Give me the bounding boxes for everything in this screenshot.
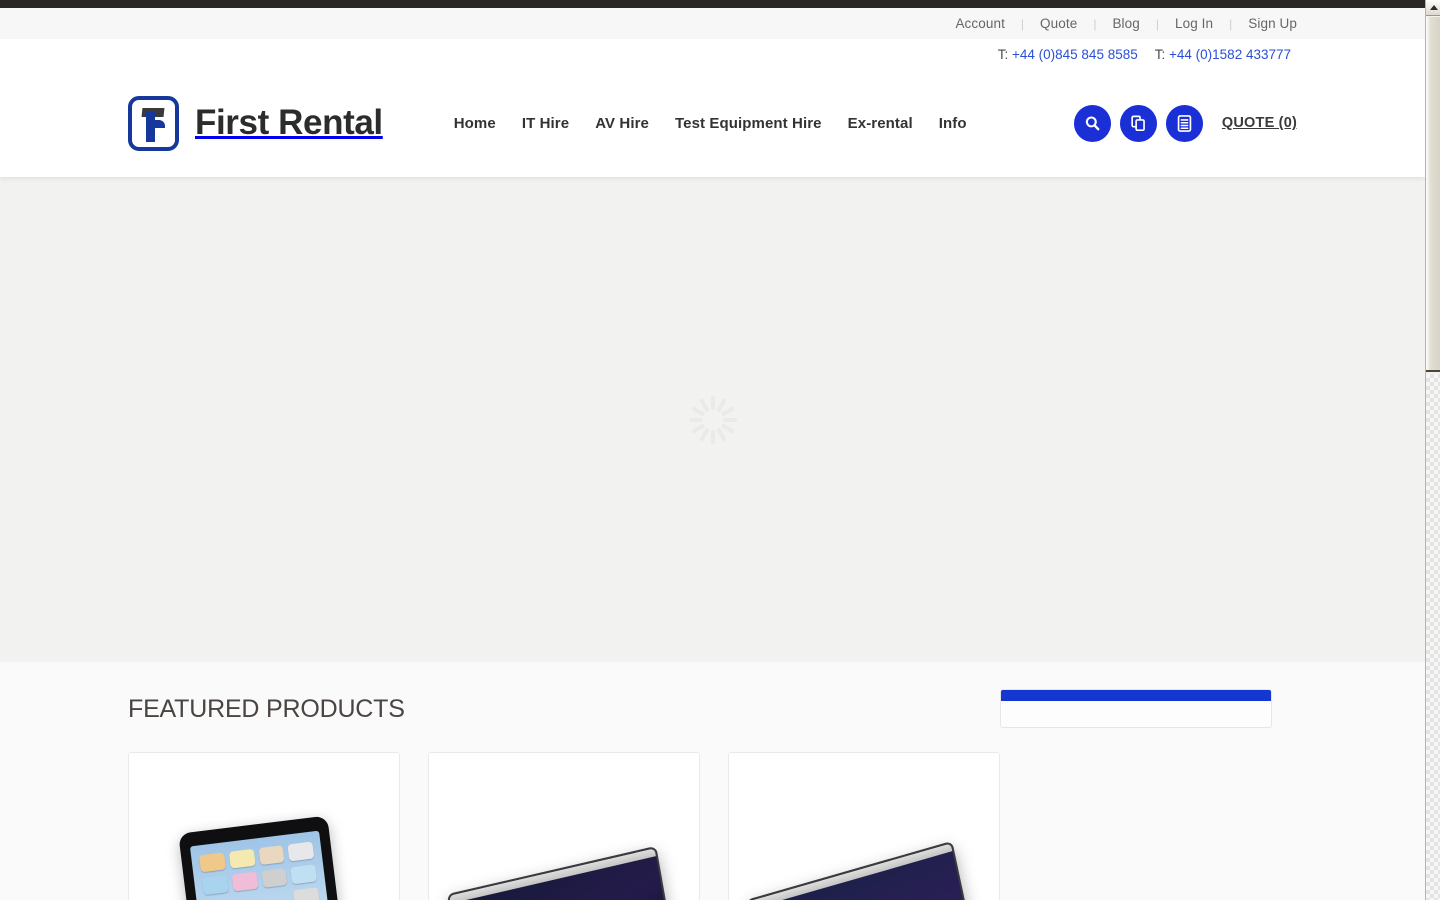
phone-item-primary: T: +44 (0)845 845 8585 [998,47,1138,62]
nav-item-home[interactable]: Home [441,115,509,132]
brand-name: First Rental [195,103,383,142]
browser-viewport: Account | Quote | Blog | Log In | Sign U… [0,0,1425,900]
nav-item-test-equipment-hire[interactable]: Test Equipment Hire [662,115,835,132]
sidebar-column [1000,662,1272,900]
featured-products-section: FEATURED PRODUCTS [0,662,1425,900]
utility-link-log-in[interactable]: Log In [1175,16,1213,31]
utility-separator: | [1155,16,1159,31]
nav-item-ex-rental[interactable]: Ex-rental [835,115,926,132]
header-actions: QUOTE (0) [1073,104,1297,142]
scrollbar-track[interactable] [1426,374,1440,900]
featured-products-column: FEATURED PRODUCTS [128,662,1000,900]
product-grid [128,752,1000,900]
chevron-up-icon [1429,5,1438,10]
nav-item-av-hire[interactable]: AV Hire [582,115,662,132]
phone-link-secondary[interactable]: +44 (0)1582 433777 [1169,47,1291,62]
laptop-macbook-image [429,801,699,900]
nav-item-it-hire[interactable]: IT Hire [509,115,582,132]
utility-link-account[interactable]: Account [955,16,1004,31]
browser-top-strip [0,0,1425,8]
loading-spinner-icon [688,395,737,444]
utility-separator: | [1229,16,1233,31]
sidebar-widget-body [1001,701,1271,727]
utility-separator: | [1020,16,1025,31]
utility-link-blog[interactable]: Blog [1112,16,1139,31]
hero-banner [0,177,1425,662]
brand-mark-icon [128,95,179,151]
laptop-macbook-image [729,801,999,900]
search-icon [1085,115,1100,130]
utility-link-quote[interactable]: Quote [1040,16,1077,31]
featured-products-title: FEATURED PRODUCTS [128,695,405,723]
phone-prefix: T: [1154,46,1166,62]
nav-item-info[interactable]: Info [926,115,980,132]
quote-list-button[interactable] [1165,104,1203,142]
sidebar-widget-header [1001,690,1271,701]
list-document-icon [1177,114,1192,132]
utility-link-sign-up[interactable]: Sign Up [1248,16,1297,31]
phone-link-primary[interactable]: +44 (0)845 845 8585 [1012,47,1138,62]
product-card[interactable] [128,752,400,900]
copy-icon [1131,115,1145,131]
product-card[interactable] [428,752,700,900]
contact-phone-row: T: +44 (0)845 845 8585 T: +44 (0)1582 43… [0,39,1425,69]
utility-separator: | [1093,16,1097,31]
phone-prefix: T: [997,46,1009,62]
quote-counter-link[interactable]: QUOTE (0) [1222,115,1297,131]
vertical-scrollbar[interactable] [1425,0,1440,900]
search-button[interactable] [1073,104,1111,142]
main-navigation: Home IT Hire AV Hire Test Equipment Hire… [441,115,980,132]
site-header: First Rental Home IT Hire AV Hire Test E… [0,69,1425,177]
utility-bar: Account | Quote | Blog | Log In | Sign U… [0,8,1425,39]
brand-logo-link[interactable]: First Rental [128,95,383,151]
scrollbar-thumb[interactable] [1426,17,1440,372]
sidebar-widget [1000,689,1272,728]
tablet-ipad-image [129,801,399,900]
copy-button[interactable] [1119,104,1157,142]
scroll-up-button[interactable] [1426,0,1440,16]
phone-item-secondary: T: +44 (0)1582 433777 [1155,47,1291,62]
product-card[interactable] [728,752,1000,900]
